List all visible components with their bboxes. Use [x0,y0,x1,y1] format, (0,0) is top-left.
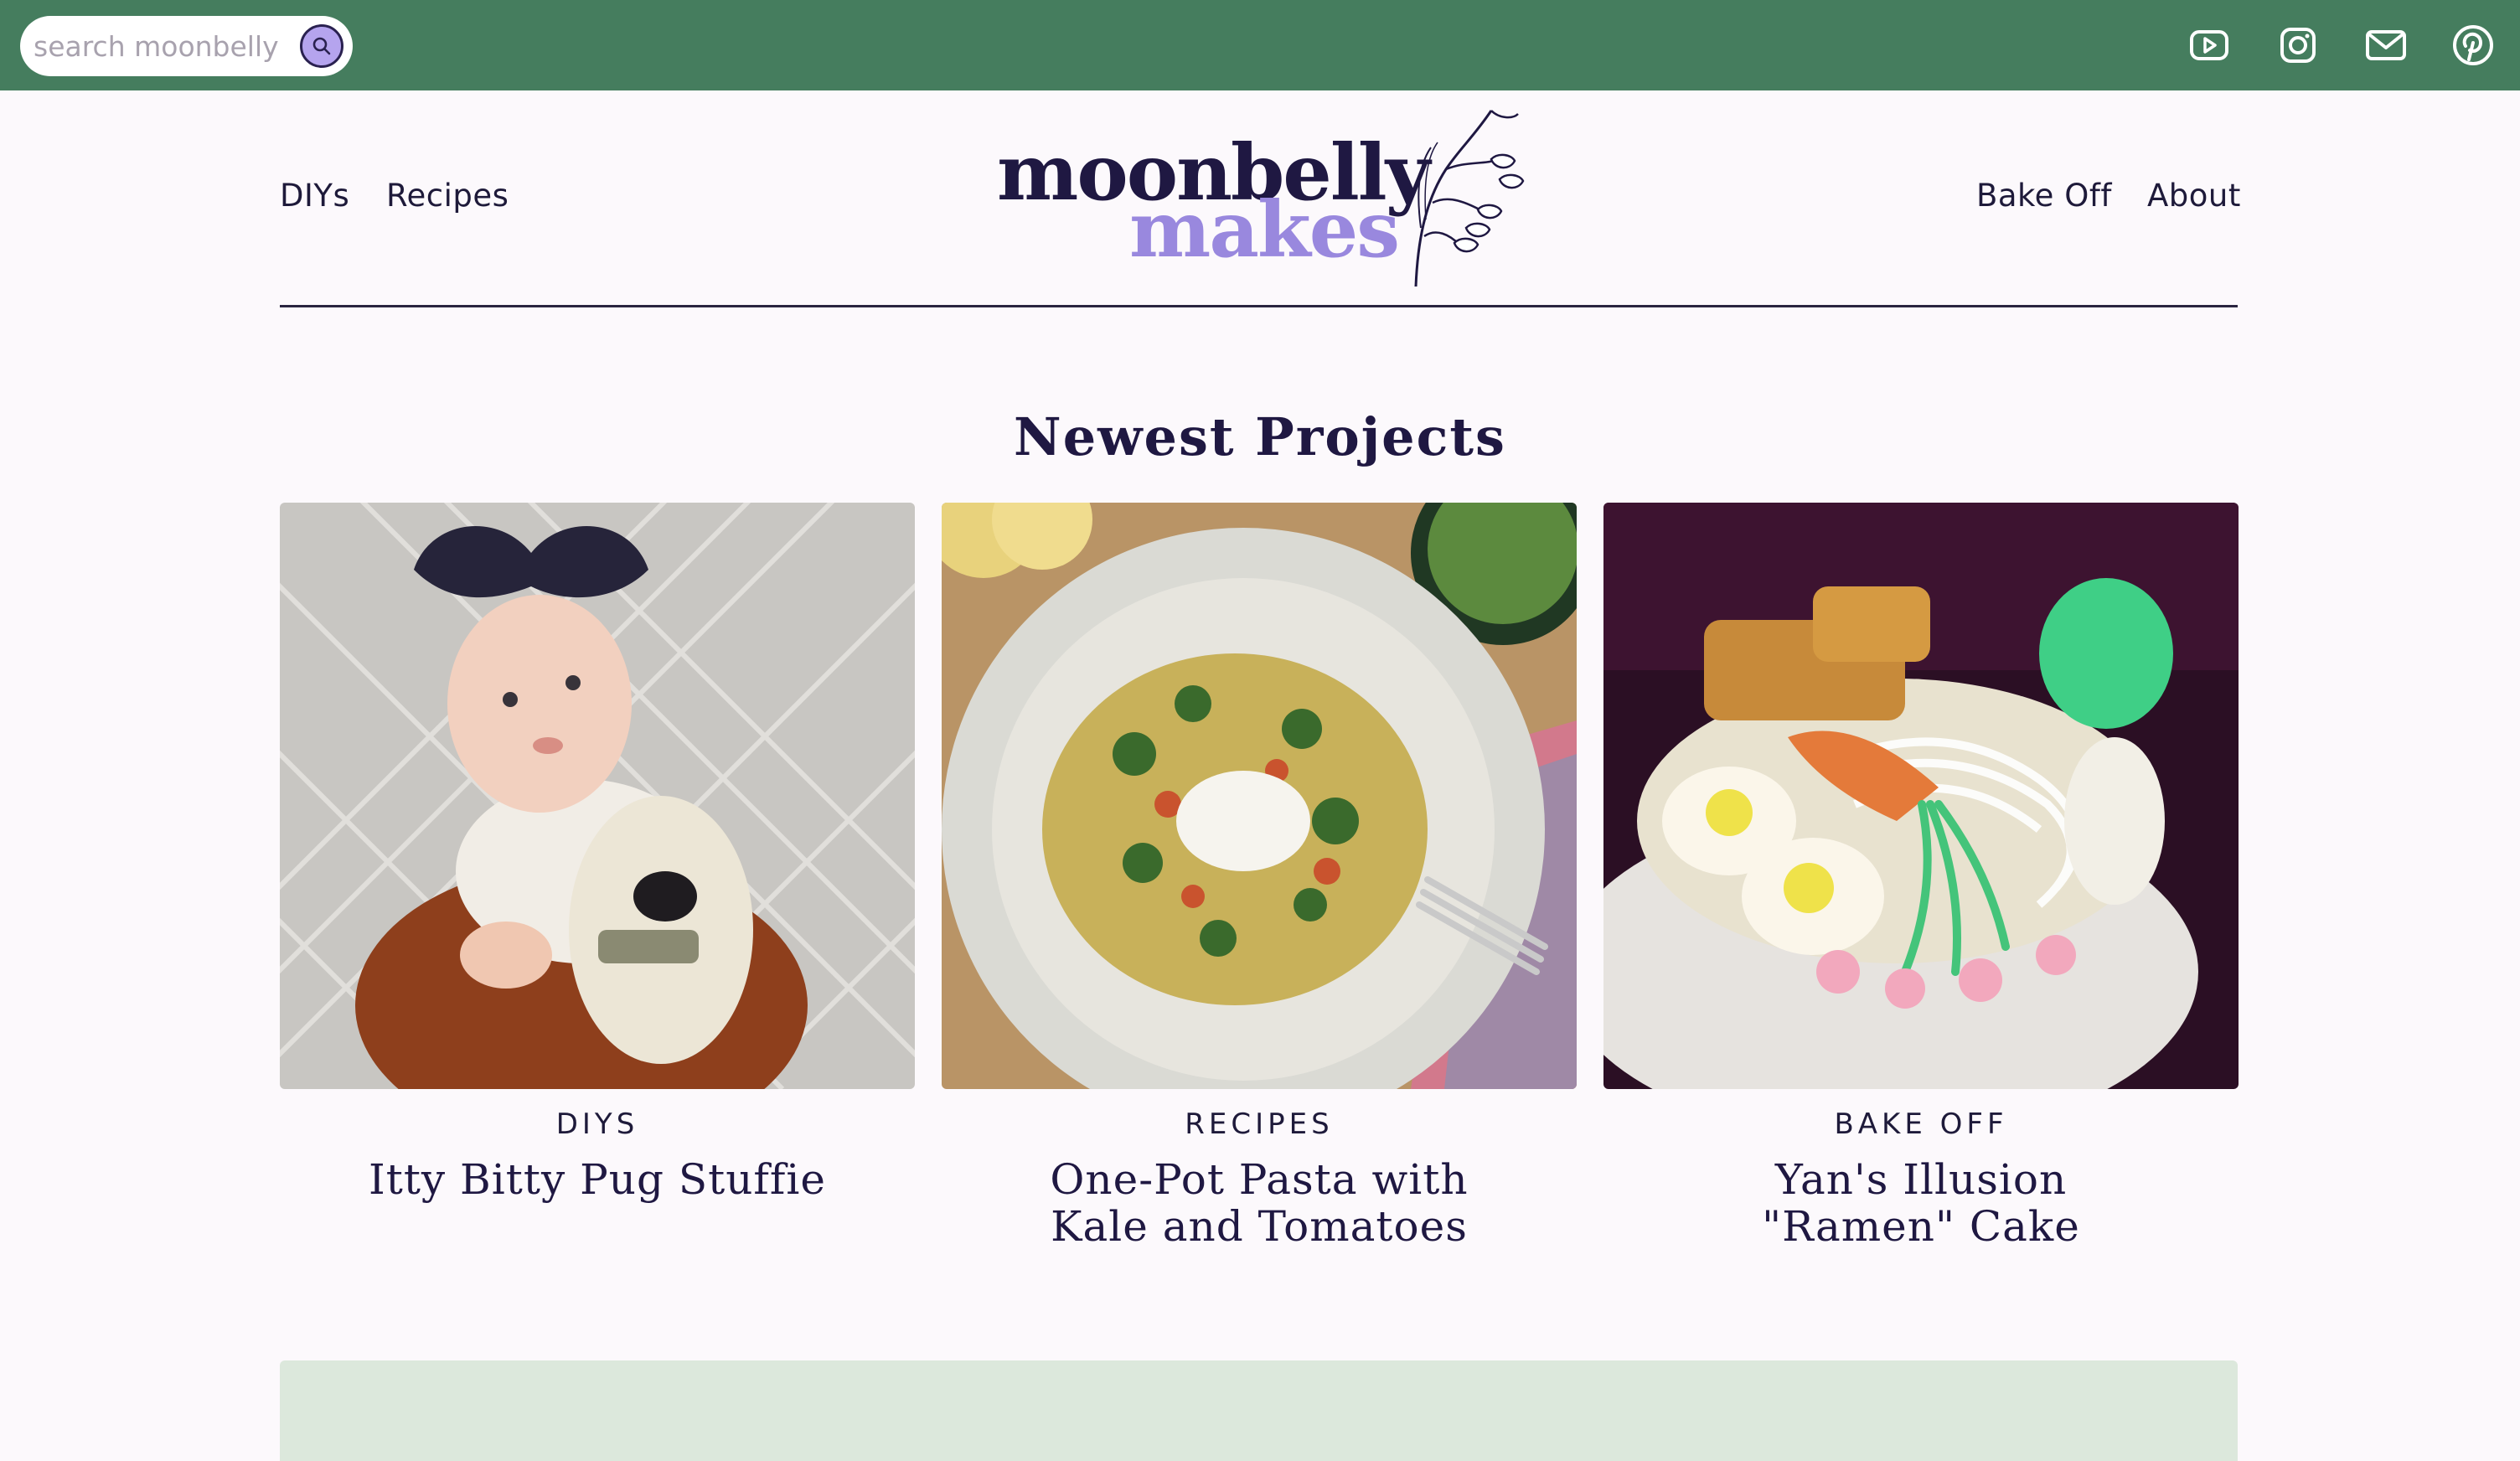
nav-bake-off[interactable]: Bake Off [1976,178,2112,214]
project-thumbnail[interactable] [280,503,915,1089]
search-icon [312,37,331,55]
nav-diys[interactable]: DIYs [280,178,349,214]
section-title: Newest Projects [1014,406,1506,467]
top-bar [0,0,2520,90]
card-category[interactable]: DIYs [280,1107,915,1141]
site-logo[interactable]: moonbelly makes [989,102,1525,295]
ramen-cake-photo [1603,503,2239,1089]
card-category[interactable]: Recipes [942,1107,1577,1141]
baby-pug-photo [280,503,915,1089]
newsletter-band [280,1360,2238,1461]
pasta-photo [942,503,1577,1089]
card-title[interactable]: One-Pot Pasta with Kale and Tomatoes [1025,1156,1494,1250]
card-category[interactable]: Bake Off [1603,1107,2239,1141]
card-title[interactable]: Yan's Illusion "Ramen" Cake [1686,1156,2156,1250]
nav-about[interactable]: About [2147,178,2241,214]
project-card[interactable]: DIYs Itty Bitty Pug Stuffie [280,503,915,1203]
header-divider [280,305,2238,307]
mail-icon [2366,30,2406,60]
lily-of-the-valley-illustration [1414,110,1525,287]
search-input[interactable] [34,26,293,66]
nav-recipes[interactable]: Recipes [386,178,509,214]
search-button[interactable] [300,24,343,68]
search-box [20,16,353,76]
pinterest-link[interactable] [2450,22,2497,69]
instagram-link[interactable] [2275,22,2321,69]
pinterest-icon [2453,25,2493,65]
project-thumbnail[interactable] [1603,503,2239,1089]
project-thumbnail[interactable] [942,503,1577,1089]
card-title[interactable]: Itty Bitty Pug Stuffie [363,1156,832,1203]
youtube-link[interactable] [2186,22,2233,69]
logo-makes: makes [1129,184,1400,275]
youtube-icon [2190,30,2228,60]
project-card[interactable]: Recipes One-Pot Pasta with Kale and Toma… [942,503,1577,1250]
mail-link[interactable] [2362,22,2409,69]
instagram-icon [2280,28,2316,63]
project-card[interactable]: Bake Off Yan's Illusion "Ramen" Cake [1603,503,2239,1250]
